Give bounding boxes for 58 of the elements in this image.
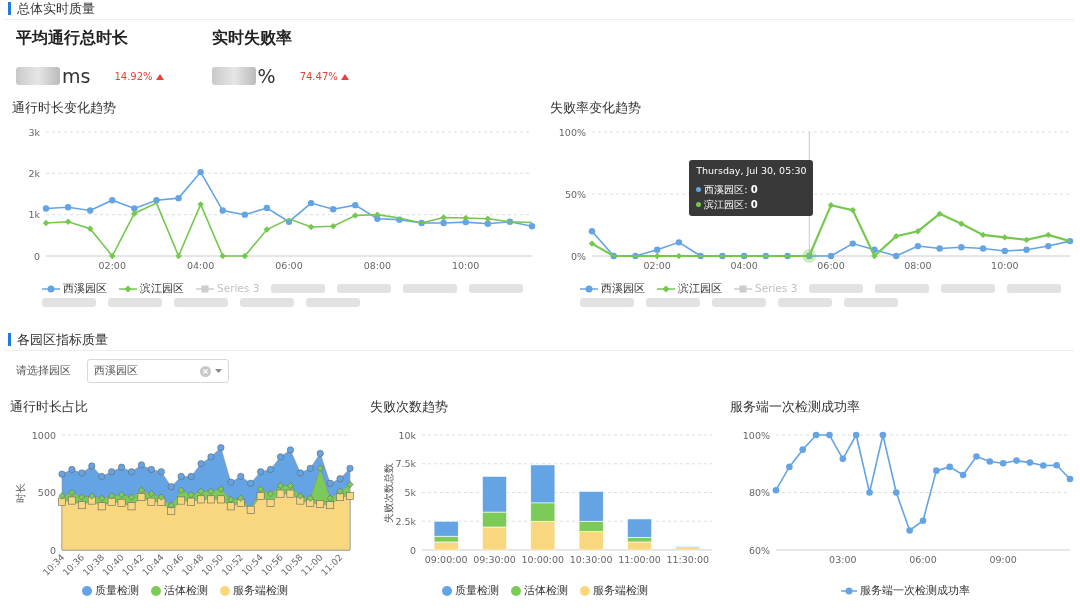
axis-title: 失败次数总数	[383, 462, 394, 523]
chart-title: 通行时长占比	[10, 399, 89, 415]
axis-label: 1000	[31, 429, 56, 441]
axis-label: 03:00	[829, 554, 857, 565]
stat-label: 实时失败率	[211, 28, 293, 48]
axis-label: 1k	[28, 209, 40, 221]
stat-value: %	[257, 64, 276, 88]
change-value: 14.92%	[114, 70, 153, 84]
axis-label: 60%	[748, 544, 770, 556]
axis-label: 0	[33, 250, 40, 262]
axis-label: 02:00	[98, 260, 126, 271]
axis-label: 0%	[570, 250, 586, 262]
axis-label: 7.5k	[395, 458, 416, 470]
axis-label: 100%	[558, 126, 586, 138]
axis-label: 09:00:00	[424, 554, 468, 565]
axis-label: 10:00:00	[521, 554, 565, 565]
tooltip-title: Thursday, Jul 30, 05:30	[696, 164, 807, 178]
axis-label: 50%	[564, 188, 586, 200]
change-value: 74.47%	[299, 70, 338, 84]
axis-label: 02:00	[643, 260, 671, 271]
stat-value: ms	[62, 64, 91, 88]
axis-label: 11:30:00	[666, 554, 710, 565]
chart-title: 通行时长变化趋势	[12, 100, 117, 116]
axis-label: 09:00	[989, 554, 1017, 565]
axis-label: 08:00	[904, 260, 932, 271]
axis-label: 10k	[398, 429, 416, 441]
axis-label: 11:00:00	[618, 554, 661, 565]
axis-label: 06:00	[817, 260, 845, 271]
section-title: 总体实时质量	[17, 0, 95, 18]
tooltip-series: 滨江园区:	[704, 198, 748, 213]
axis-label: 08:00	[363, 260, 392, 271]
chart-title: 失败次数趋势	[370, 399, 449, 415]
stat-label: 平均通行总时长	[16, 28, 129, 48]
axis-label: 10:30:00	[569, 554, 613, 565]
axis-label: 100%	[742, 429, 770, 441]
chart-title: 失败率变化趋势	[550, 100, 642, 116]
tooltip-value: 0	[750, 183, 758, 198]
axis-label: 0	[49, 544, 56, 556]
axis-label: 2k	[28, 167, 40, 179]
axis-label: 04:00	[186, 260, 215, 271]
axis-label: 3k	[28, 126, 40, 138]
chart-title: 服务端一次检测成功率	[730, 399, 861, 415]
axis-label: 06:00	[909, 554, 937, 565]
tooltip-value: 0	[750, 198, 758, 213]
tooltip-series: 西溪园区:	[704, 183, 748, 198]
axis-label: 5k	[404, 487, 416, 498]
axis-label: 500	[37, 487, 56, 498]
axis-label: 10:00	[991, 260, 1019, 271]
axis-label: 0	[409, 544, 416, 556]
filter-label: 请选择园区	[16, 362, 71, 379]
axis-label: 80%	[748, 487, 770, 498]
axis-label: 10:00	[452, 260, 480, 271]
section-title: 各园区指标质量	[17, 330, 108, 349]
axis-label: 09:30:00	[473, 554, 516, 565]
axis-label: 2.5k	[395, 515, 416, 527]
axis-label: 04:00	[730, 260, 758, 271]
axis-title: 时长	[15, 482, 26, 503]
axis-label: 06:00	[275, 260, 303, 271]
